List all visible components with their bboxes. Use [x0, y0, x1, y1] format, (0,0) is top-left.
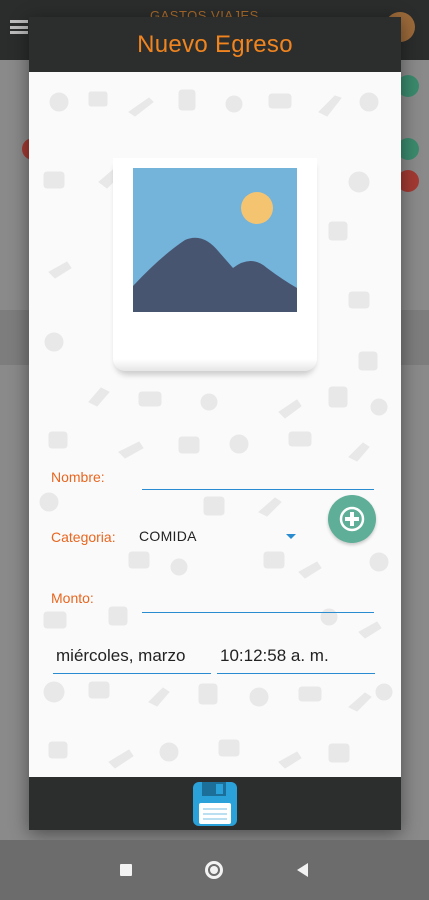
- floppy-disk-icon: [193, 781, 237, 826]
- categoria-label: Categoria:: [51, 529, 116, 545]
- monto-label: Monto:: [51, 590, 94, 606]
- nombre-label: Nombre:: [51, 469, 105, 485]
- back-triangle-icon: [296, 863, 308, 877]
- categoria-select[interactable]: COMIDA: [137, 520, 302, 552]
- menu-icon: [10, 20, 28, 34]
- square-icon: [120, 864, 132, 876]
- time-field[interactable]: 10:12:58 a. m.: [217, 640, 375, 674]
- dialog-body: Nombre: Categoria: COMIDA Monto: miércol…: [29, 72, 401, 777]
- time-underline: [217, 673, 375, 674]
- photo-picker[interactable]: [113, 158, 317, 371]
- date-field[interactable]: miércoles, marzo: [53, 640, 211, 674]
- recent-apps-button[interactable]: [96, 840, 156, 900]
- monto-input[interactable]: [142, 580, 374, 613]
- dropdown-caret-icon: [286, 534, 296, 539]
- time-value: 10:12:58 a. m.: [220, 646, 329, 665]
- dialog-title: Nuevo Egreso: [137, 30, 293, 58]
- new-expense-dialog: Nuevo Egreso Nombre: Categoria: COMIDA M…: [29, 17, 401, 830]
- home-button[interactable]: [184, 840, 244, 900]
- dialog-header: Nuevo Egreso: [29, 17, 401, 72]
- nombre-underline: [142, 489, 374, 490]
- monto-underline: [142, 612, 374, 613]
- plus-circle-icon: [339, 506, 365, 532]
- back-button[interactable]: [272, 840, 332, 900]
- categoria-selected-value: COMIDA: [139, 528, 197, 544]
- nombre-input[interactable]: [142, 458, 374, 490]
- date-value: miércoles, marzo: [56, 646, 186, 665]
- dialog-footer: [29, 777, 401, 830]
- save-button[interactable]: [191, 780, 239, 828]
- circle-home-icon: [205, 861, 223, 879]
- date-underline: [53, 673, 211, 674]
- image-placeholder-icon: [133, 168, 297, 312]
- system-nav-bar: [0, 840, 429, 900]
- add-category-button[interactable]: [328, 495, 376, 543]
